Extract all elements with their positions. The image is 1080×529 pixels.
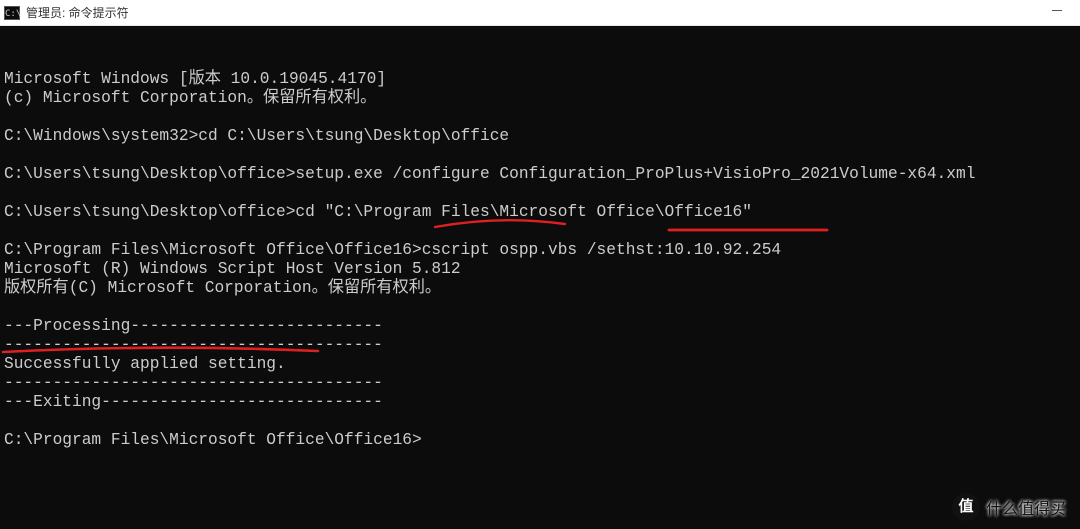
watermark-badge-icon: 值 [952,493,980,521]
cmd-icon: C:\ [4,6,20,20]
window-title: 管理员: 命令提示符 [26,4,129,21]
window-title-bar[interactable]: C:\ 管理员: 命令提示符 [0,0,1080,26]
terminal-area[interactable]: Microsoft Windows [版本 10.0.19045.4170] (… [0,26,1080,529]
terminal-output: Microsoft Windows [版本 10.0.19045.4170] (… [4,70,1076,450]
watermark: 值 什么值得买 [952,493,1066,521]
minimize-icon[interactable] [1052,10,1062,11]
watermark-text: 什么值得买 [986,495,1066,519]
